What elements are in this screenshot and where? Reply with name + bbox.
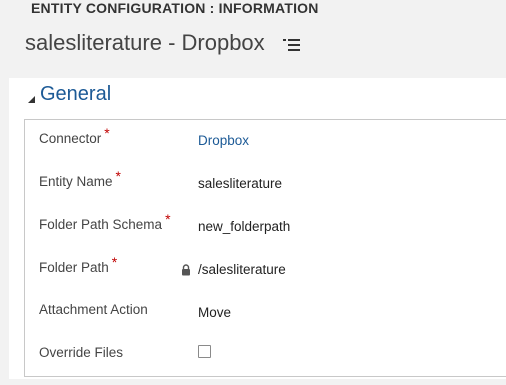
override-files-label: Override Files (39, 345, 124, 360)
section-header-general[interactable]: General (28, 81, 111, 107)
required-mark: * (165, 211, 171, 227)
collapse-triangle-icon (28, 91, 36, 103)
page-title-row: salesliterature - Dropbox (25, 29, 301, 57)
entity-name-value[interactable]: salesliterature (198, 176, 282, 191)
folder-path-schema-label: Folder Path Schema * (39, 211, 171, 232)
folder-path-value: /salesliterature (198, 262, 286, 277)
lock-icon (181, 263, 191, 276)
override-files-checkbox[interactable] (198, 345, 211, 358)
bottom-gutter (0, 379, 506, 385)
required-mark: * (111, 254, 118, 270)
attachment-action-label: Attachment Action (39, 302, 148, 317)
general-form (24, 119, 506, 377)
entity-name-label: Entity Name * (39, 168, 121, 189)
page-title: salesliterature - Dropbox (25, 30, 265, 55)
folder-path-schema-value[interactable]: new_folderpath (198, 219, 290, 234)
attachment-action-value[interactable]: Move (198, 305, 231, 320)
connector-label: Connector * (39, 125, 110, 146)
connector-link[interactable]: Dropbox (198, 133, 249, 148)
folder-path-label: Folder Path * (39, 254, 117, 275)
folder-path-label-text: Folder Path (39, 260, 109, 275)
folder-path-schema-label-text: Folder Path Schema (39, 217, 163, 232)
section-title: General (40, 83, 112, 105)
required-mark: * (104, 125, 110, 141)
connector-label-text: Connector (39, 131, 102, 146)
entity-label: ENTITY CONFIGURATION : INFORMATION (31, 0, 319, 16)
required-mark: * (115, 168, 121, 184)
list-menu-icon[interactable] (282, 38, 301, 52)
entity-name-label-text: Entity Name (39, 174, 113, 189)
left-gutter (0, 78, 9, 385)
